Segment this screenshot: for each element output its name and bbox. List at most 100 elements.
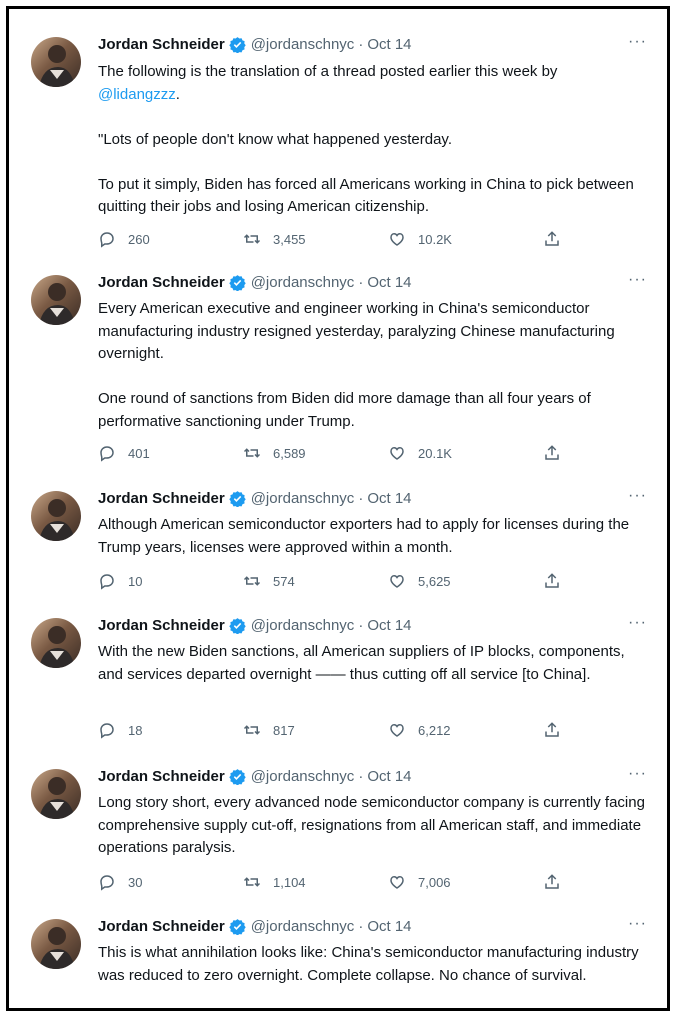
- reply-button[interactable]: 401: [98, 444, 150, 462]
- tweet-date[interactable]: Oct 14: [367, 274, 411, 291]
- verified-badge-icon: [228, 617, 246, 634]
- author-name[interactable]: Jordan Schneider: [98, 768, 225, 785]
- like-icon: [390, 446, 404, 460]
- tweet-date[interactable]: Oct 14: [367, 490, 411, 507]
- reply-button[interactable]: 18: [98, 721, 142, 739]
- reply-count: 401: [128, 445, 150, 461]
- tweet-date[interactable]: Oct 14: [367, 36, 411, 53]
- share-icon: [545, 722, 559, 737]
- author-handle[interactable]: @jordanschnyc: [251, 274, 355, 291]
- avatar[interactable]: [31, 618, 81, 668]
- share-button[interactable]: [543, 873, 561, 891]
- retweet-count: 1,104: [273, 874, 306, 890]
- separator: ·: [358, 35, 364, 53]
- reply-count: 260: [128, 231, 150, 247]
- retweet-button[interactable]: 817: [243, 721, 295, 739]
- share-icon: [545, 231, 559, 246]
- mention-link[interactable]: @lidangzzz: [98, 86, 176, 103]
- avatar[interactable]: [31, 919, 81, 969]
- tweet-text-punct: .: [175, 85, 180, 103]
- avatar[interactable]: [31, 275, 81, 325]
- like-icon: [390, 723, 404, 737]
- like-button[interactable]: 20.1K: [388, 444, 452, 462]
- like-count: 6,212: [418, 722, 451, 738]
- share-button[interactable]: [543, 721, 561, 739]
- tweet-date[interactable]: Oct 14: [367, 768, 411, 785]
- like-button[interactable]: 6,212: [388, 721, 451, 739]
- retweet-icon: [243, 877, 261, 887]
- retweet-button[interactable]: 6,589: [243, 444, 306, 462]
- like-icon: [390, 574, 404, 588]
- avatar[interactable]: [31, 37, 81, 87]
- retweet-icon: [243, 448, 261, 458]
- share-icon: [545, 573, 559, 588]
- share-button[interactable]: [543, 230, 561, 248]
- like-button[interactable]: 7,006: [388, 873, 451, 891]
- author-name[interactable]: Jordan Schneider: [98, 274, 225, 291]
- separator: ·: [358, 489, 364, 507]
- tweet-text: Every American executive and engineer wo…: [98, 300, 615, 430]
- reply-button[interactable]: 30: [98, 873, 142, 891]
- reply-count: 10: [128, 573, 143, 589]
- tweet-actions: 30 1,104 7,006: [98, 873, 645, 895]
- separator: ·: [358, 767, 364, 785]
- reply-icon: [100, 574, 114, 590]
- verified-badge-icon: [228, 490, 246, 507]
- more-icon[interactable]: ···: [628, 915, 647, 933]
- retweet-count: 3,455: [273, 231, 306, 247]
- reply-icon: [100, 446, 114, 462]
- tweet-text: Although American semiconductor exporter…: [98, 516, 634, 556]
- like-count: 7,006: [418, 874, 451, 890]
- author-name[interactable]: Jordan Schneider: [98, 36, 225, 53]
- tweet-text: The following is the translation of a th…: [98, 61, 645, 219]
- separator: ·: [358, 273, 364, 291]
- retweet-icon: [243, 234, 261, 244]
- tweet-thread: Jordan Schneider @jordanschnyc · Oct 14 …: [6, 6, 670, 1011]
- verified-badge-icon: [228, 918, 246, 935]
- author-handle[interactable]: @jordanschnyc: [251, 768, 355, 785]
- more-icon[interactable]: ···: [628, 765, 647, 783]
- share-button[interactable]: [543, 572, 561, 590]
- like-count: 10.2K: [418, 231, 452, 247]
- tweet-actions: 260 3,455 10.2K: [98, 230, 645, 252]
- author-name[interactable]: Jordan Schneider: [98, 490, 225, 507]
- retweet-count: 817: [273, 722, 295, 738]
- more-icon[interactable]: ···: [628, 271, 647, 289]
- author-name[interactable]: Jordan Schneider: [98, 918, 225, 935]
- like-count: 20.1K: [418, 445, 452, 461]
- like-button[interactable]: 10.2K: [388, 230, 452, 248]
- more-icon[interactable]: ···: [628, 33, 647, 51]
- reply-count: 18: [128, 722, 143, 738]
- avatar[interactable]: [31, 769, 81, 819]
- tweet-date[interactable]: Oct 14: [367, 918, 411, 935]
- share-button[interactable]: [543, 444, 561, 462]
- like-count: 5,625: [418, 573, 451, 589]
- like-icon: [390, 875, 404, 889]
- avatar[interactable]: [31, 491, 81, 541]
- author-name[interactable]: Jordan Schneider: [98, 617, 225, 634]
- reply-icon: [100, 723, 114, 739]
- reply-icon: [100, 232, 114, 248]
- tweet-text: With the new Biden sanctions, all Americ…: [98, 643, 629, 683]
- author-handle[interactable]: @jordanschnyc: [251, 490, 355, 507]
- author-handle[interactable]: @jordanschnyc: [251, 36, 355, 53]
- tweet-text-body: "Lots of people don't know what happened…: [98, 130, 634, 216]
- more-icon[interactable]: ···: [628, 614, 647, 632]
- reply-button[interactable]: 260: [98, 230, 150, 248]
- more-icon[interactable]: ···: [628, 487, 647, 505]
- tweet-text: Long story short, every advanced node se…: [98, 794, 650, 856]
- author-handle[interactable]: @jordanschnyc: [251, 617, 355, 634]
- retweet-button[interactable]: 1,104: [243, 873, 306, 891]
- retweet-button[interactable]: 574: [243, 572, 295, 590]
- retweet-icon: [243, 576, 261, 586]
- tweet-date[interactable]: Oct 14: [367, 617, 411, 634]
- like-button[interactable]: 5,625: [388, 572, 451, 590]
- verified-badge-icon: [228, 768, 246, 785]
- author-handle[interactable]: @jordanschnyc: [251, 918, 355, 935]
- retweet-button[interactable]: 3,455: [243, 230, 306, 248]
- reply-button[interactable]: 10: [98, 572, 142, 590]
- reply-count: 30: [128, 874, 143, 890]
- tweet-actions: 401 6,589 20.1K: [98, 444, 645, 466]
- share-icon: [545, 874, 559, 889]
- retweet-count: 6,589: [273, 445, 306, 461]
